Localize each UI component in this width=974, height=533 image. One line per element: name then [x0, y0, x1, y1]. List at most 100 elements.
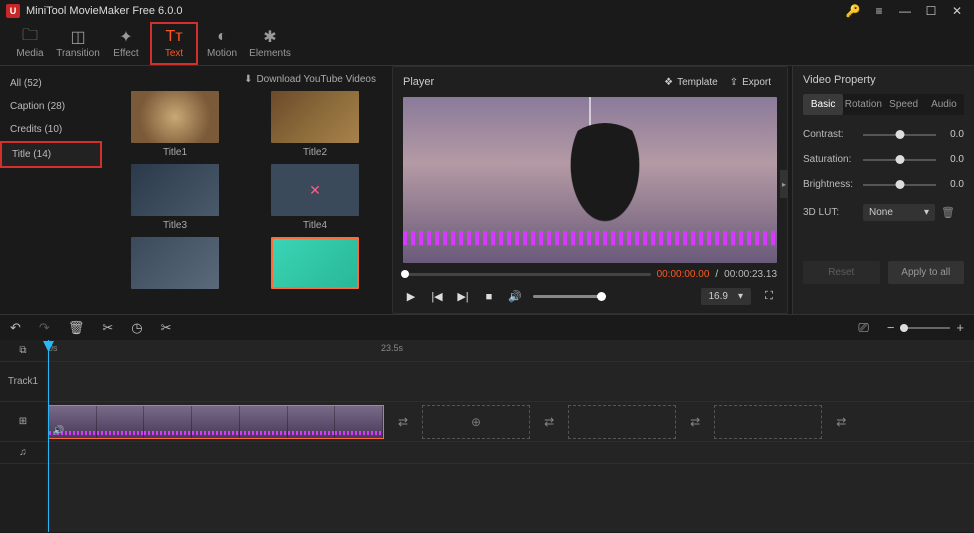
- export-button[interactable]: ⇪Export: [724, 75, 777, 90]
- apply-all-button[interactable]: Apply to all: [888, 261, 965, 284]
- thumb-label: Title4: [303, 220, 327, 231]
- clip-placeholder[interactable]: ⊕: [422, 405, 530, 439]
- zoom-in-button[interactable]: +: [956, 320, 964, 335]
- saturation-label: Saturation:: [803, 154, 857, 165]
- track1-label: Track1: [0, 362, 46, 402]
- tab-text[interactable]: Tᴛ Text: [150, 22, 198, 65]
- reset-button[interactable]: Reset: [803, 261, 880, 284]
- zoom-slider[interactable]: [900, 327, 950, 329]
- contrast-slider[interactable]: [863, 134, 936, 136]
- time-separator: /: [715, 269, 718, 280]
- close-button[interactable]: ✕: [946, 2, 968, 20]
- download-youtube-link[interactable]: Download YouTube Videos: [256, 74, 376, 85]
- premium-key-icon[interactable]: 🔑: [842, 2, 864, 20]
- slider-handle[interactable]: [895, 155, 904, 164]
- category-credits[interactable]: Credits (10): [0, 118, 102, 141]
- saturation-slider[interactable]: [863, 159, 936, 161]
- timeline-toolbar: ↶ ↷ 🗑 ✂ ◷ ✂ ⎚ − +: [0, 314, 974, 340]
- tab-rotation[interactable]: Rotation: [843, 94, 883, 115]
- minimize-button[interactable]: —: [894, 2, 916, 20]
- tab-text-label: Text: [165, 48, 183, 59]
- aspect-ratio-select[interactable]: 16.9▾: [701, 288, 752, 305]
- tab-motion[interactable]: ◐ Motion: [198, 22, 246, 65]
- thumb-title5[interactable]: [110, 237, 240, 289]
- video-clip[interactable]: 🔊: [48, 405, 384, 439]
- delete-button[interactable]: 🗑: [68, 320, 85, 336]
- video-track[interactable]: 🔊 ⇄ ⊕ ⇄ ⇄ ⇄: [46, 402, 974, 442]
- audio-track-icon[interactable]: ♫: [0, 442, 46, 464]
- tab-elements[interactable]: ✱ Elements: [246, 22, 294, 65]
- brightness-value: 0.0: [942, 179, 964, 190]
- time-current: 00:00:00.00: [657, 269, 710, 280]
- transition-slot[interactable]: ⇄: [390, 415, 416, 429]
- tab-basic[interactable]: Basic: [803, 94, 843, 115]
- lut-delete-button[interactable]: 🗑: [941, 206, 955, 219]
- zoom-handle[interactable]: [900, 324, 908, 332]
- slider-handle[interactable]: [895, 180, 904, 189]
- clip-placeholder[interactable]: [568, 405, 676, 439]
- playhead[interactable]: [48, 340, 49, 532]
- thumb-title3[interactable]: Title3: [110, 164, 240, 231]
- prev-frame-button[interactable]: |◀: [429, 289, 445, 305]
- redo-button[interactable]: ↷: [39, 320, 50, 336]
- transition-slot[interactable]: ⇄: [828, 415, 854, 429]
- audio-track[interactable]: [46, 442, 974, 464]
- stop-button[interactable]: ■: [481, 289, 497, 305]
- menu-icon[interactable]: ≡: [868, 2, 890, 20]
- undo-button[interactable]: ↶: [10, 320, 21, 336]
- thumb-title1[interactable]: Title1: [110, 91, 240, 158]
- app-logo: U: [6, 4, 20, 18]
- slider-handle[interactable]: [895, 130, 904, 139]
- seek-bar[interactable]: [403, 273, 651, 276]
- thumb-image: [271, 164, 359, 216]
- fullscreen-button[interactable]: ⛶: [761, 289, 777, 305]
- tab-audio[interactable]: Audio: [924, 94, 964, 115]
- clip-placeholder[interactable]: [714, 405, 822, 439]
- thumb-title6[interactable]: [250, 237, 380, 289]
- panel-expand-handle[interactable]: ▸: [780, 170, 788, 198]
- titlebar: U MiniTool MovieMaker Free 6.0.0 🔑 ≡ — ☐…: [0, 0, 974, 22]
- crop-button[interactable]: ✂: [161, 320, 172, 336]
- preview-decoration: [545, 123, 665, 263]
- zoom-out-button[interactable]: −: [887, 320, 895, 335]
- thumb-image: [131, 237, 219, 289]
- volume-handle[interactable]: [597, 292, 606, 301]
- volume-slider[interactable]: [533, 295, 603, 298]
- speed-button[interactable]: ◷: [131, 320, 142, 336]
- time-ruler[interactable]: 0s 23.5s: [46, 340, 974, 362]
- transition-slot[interactable]: ⇄: [536, 415, 562, 429]
- split-button[interactable]: ✂: [102, 320, 113, 336]
- props-title: Video Property: [803, 74, 964, 86]
- video-track-icon[interactable]: ⊞: [0, 402, 46, 442]
- template-button[interactable]: ❖Template: [658, 75, 724, 90]
- video-preview[interactable]: [403, 97, 777, 263]
- fit-button[interactable]: ⎚: [858, 320, 868, 336]
- thumb-title2[interactable]: Title2: [250, 91, 380, 158]
- category-title[interactable]: Title (14): [0, 141, 102, 168]
- track-1[interactable]: [46, 362, 974, 402]
- lut-select[interactable]: None▾: [863, 204, 935, 221]
- video-property-panel: Video Property Basic Rotation Speed Audi…: [792, 66, 974, 314]
- tab-effect[interactable]: ✦ Effect: [102, 22, 150, 65]
- download-youtube-icon: ⬇: [244, 74, 252, 85]
- volume-icon[interactable]: 🔊: [507, 289, 523, 305]
- category-all[interactable]: All (52): [0, 72, 102, 95]
- maximize-button[interactable]: ☐: [920, 2, 942, 20]
- text-icon: Tᴛ: [165, 28, 182, 46]
- category-caption[interactable]: Caption (28): [0, 95, 102, 118]
- tracks-area[interactable]: 0s 23.5s 🔊 ⇄ ⊕ ⇄ ⇄ ⇄: [46, 340, 974, 532]
- transition-slot[interactable]: ⇄: [682, 415, 708, 429]
- tab-speed[interactable]: Speed: [884, 94, 924, 115]
- next-frame-button[interactable]: ▶|: [455, 289, 471, 305]
- thumb-title4[interactable]: Title4: [250, 164, 380, 231]
- elements-icon: ✱: [263, 28, 276, 46]
- transition-icon: ◫: [70, 28, 85, 46]
- seek-handle[interactable]: [401, 270, 409, 278]
- tab-transition[interactable]: ◫ Transition: [54, 22, 102, 65]
- play-button[interactable]: ▶: [403, 289, 419, 305]
- add-track-button[interactable]: ⧉: [0, 340, 46, 362]
- thumb-image: [131, 91, 219, 143]
- tab-media[interactable]: 🗀 Media: [6, 22, 54, 65]
- brightness-slider[interactable]: [863, 184, 936, 186]
- category-sidebar: All (52) Caption (28) Credits (10) Title…: [0, 66, 102, 314]
